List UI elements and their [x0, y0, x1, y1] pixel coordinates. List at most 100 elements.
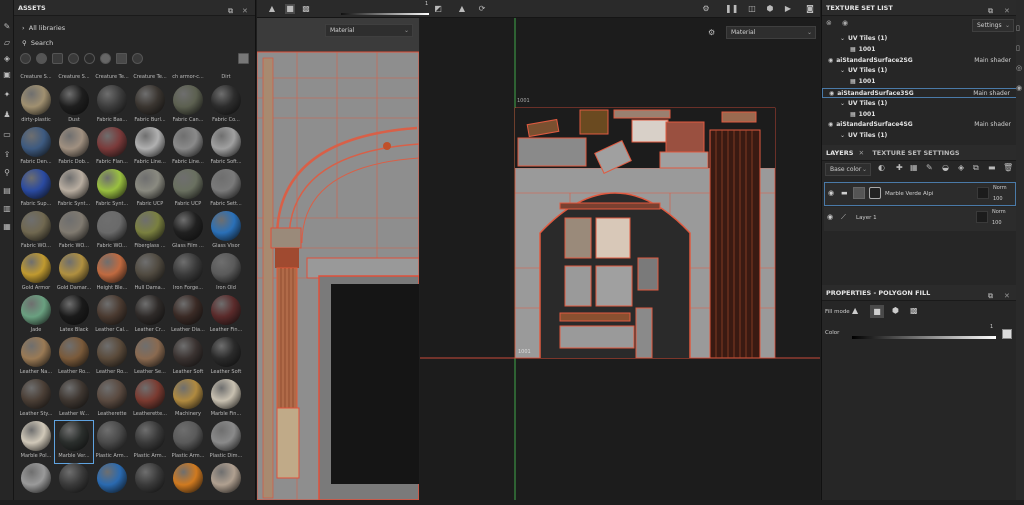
- fill-uv-icon[interactable]: ▩: [910, 306, 918, 315]
- color-slider[interactable]: [852, 336, 996, 339]
- panel-icon[interactable]: ◉: [1016, 84, 1022, 92]
- asset-item[interactable]: Fabric Bas...: [93, 85, 131, 127]
- texture-set-row[interactable]: ◉ aiStandardSurface2SG Main shader: [822, 56, 1017, 66]
- asset-item[interactable]: Leather Ro...: [55, 337, 93, 379]
- opacity-value[interactable]: 100: [993, 196, 1003, 202]
- asset-item[interactable]: Fabric Dob...: [55, 127, 93, 169]
- asset-item[interactable]: Fabric WO...: [93, 211, 131, 253]
- asset-item[interactable]: Gold Armor: [17, 253, 55, 295]
- screenshot-icon[interactable]: ◙: [805, 4, 815, 14]
- eraser-icon[interactable]: ▱: [2, 38, 12, 48]
- asset-item[interactable]: Leather Cr...: [131, 295, 169, 337]
- rotate-env-icon[interactable]: ⟳: [477, 4, 487, 14]
- asset-item[interactable]: Marble Fin...: [207, 379, 245, 421]
- asset-item[interactable]: Leather Sty...: [17, 379, 55, 421]
- asset-item[interactable]: Leather Cal...: [93, 295, 131, 337]
- asset-item[interactable]: Hull Dama...: [131, 253, 169, 295]
- split-view-icon[interactable]: ◫: [747, 4, 757, 14]
- layer-name[interactable]: Marble Verde Alpi: [885, 191, 933, 197]
- mask-icon[interactable]: ◐: [878, 163, 885, 172]
- asset-item[interactable]: [93, 463, 131, 505]
- exposure-slider[interactable]: [341, 13, 429, 15]
- asset-item[interactable]: [17, 463, 55, 505]
- panel-close-icon[interactable]: ✕: [242, 3, 248, 19]
- asset-item[interactable]: Fabric UCP: [131, 169, 169, 211]
- settings-dropdown[interactable]: Settings ⌄: [972, 19, 1014, 32]
- asset-item[interactable]: Fabric Synt...: [55, 169, 93, 211]
- checker-view-icon[interactable]: ▩: [301, 4, 311, 14]
- asset-item[interactable]: Fabric Synt...: [93, 169, 131, 211]
- asset-item[interactable]: [131, 463, 169, 505]
- panel-icon[interactable]: ◎: [1016, 64, 1022, 72]
- asset-item[interactable]: Plastic Arm...: [131, 421, 169, 463]
- render-settings-icon[interactable]: ⚙: [701, 4, 711, 14]
- panel-close-icon[interactable]: ✕: [1004, 3, 1010, 19]
- texture-set-row[interactable]: ▦ 1001: [822, 110, 1017, 120]
- asset-item[interactable]: Glass Visor: [207, 211, 245, 253]
- asset-item[interactable]: Plastic Dim...: [207, 421, 245, 463]
- camera-icon[interactable]: ▶: [783, 4, 793, 14]
- panel-detach-icon[interactable]: ⧉: [988, 3, 993, 19]
- paint-brush-icon[interactable]: ✎: [2, 22, 12, 32]
- asset-item[interactable]: Fabric Sett...: [207, 169, 245, 211]
- layer-name[interactable]: Layer 1: [856, 215, 877, 221]
- asset-item[interactable]: Leatherette...: [131, 379, 169, 421]
- texture-set-row[interactable]: ▦ 1001: [822, 77, 1017, 87]
- asset-item[interactable]: Fabric WO...: [17, 211, 55, 253]
- channel-dropdown[interactable]: Base color ⌄: [825, 163, 871, 176]
- visibility-eye-icon[interactable]: ◉: [828, 189, 834, 197]
- asset-item[interactable]: Iron Forge...: [169, 253, 207, 295]
- texture-set-row[interactable]: ⌄ UV Tiles (1): [822, 131, 1017, 141]
- asset-item[interactable]: Height Ble...: [93, 253, 131, 295]
- asset-item[interactable]: Leatherette: [93, 379, 131, 421]
- solid-view-icon[interactable]: ■: [285, 4, 295, 14]
- delete-icon[interactable]: 🗑: [1003, 163, 1013, 172]
- fill-layer-icon[interactable]: ▦: [910, 163, 918, 172]
- view-mode-icon[interactable]: ▲: [267, 4, 277, 14]
- duplicate-icon[interactable]: ⧉: [973, 163, 979, 173]
- panel-icon[interactable]: ▯: [1016, 24, 1020, 32]
- panel-close-icon[interactable]: ✕: [1004, 288, 1010, 304]
- asset-item[interactable]: Iron Old: [207, 253, 245, 295]
- color-picker-icon[interactable]: ⚲: [2, 168, 12, 178]
- layer-mask-slot[interactable]: [976, 211, 988, 223]
- instance-icon[interactable]: ◈: [958, 163, 964, 172]
- texture-set-row[interactable]: ⌄ UV Tiles (1): [822, 99, 1017, 109]
- asset-item[interactable]: Fabric Den...: [17, 127, 55, 169]
- tab-layers[interactable]: LAYERS: [826, 149, 853, 157]
- asset-item[interactable]: Fabric Flan...: [93, 127, 131, 169]
- opacity-value[interactable]: 100: [992, 220, 1002, 226]
- asset-item[interactable]: Fabric Line...: [169, 127, 207, 169]
- asset-item[interactable]: [55, 463, 93, 505]
- asset-item[interactable]: Marble Ver...: [54, 420, 94, 464]
- asset-item[interactable]: Fabric Sup...: [17, 169, 55, 211]
- asset-item[interactable]: Latex Black: [55, 295, 93, 337]
- layer-mask-slot[interactable]: [977, 187, 989, 199]
- projection-icon[interactable]: ◈: [2, 54, 12, 64]
- asset-item[interactable]: Leather Ro...: [93, 337, 131, 379]
- asset-item[interactable]: Gold Damar...: [55, 253, 93, 295]
- geometry-mask-icon[interactable]: ▣: [2, 70, 12, 80]
- blend-mode[interactable]: Norm: [993, 185, 1007, 191]
- paint-layer-icon[interactable]: ✎: [926, 163, 933, 172]
- asset-item[interactable]: Dust: [55, 85, 93, 127]
- asset-item[interactable]: Plastic Arm...: [169, 421, 207, 463]
- eye-icon[interactable]: ◉: [842, 19, 848, 27]
- folder-icon[interactable]: ▬: [988, 163, 996, 172]
- close-tab-icon[interactable]: ✕: [859, 149, 864, 157]
- asset-item[interactable]: Leather Soft: [207, 337, 245, 379]
- fill-mesh-icon[interactable]: ■: [870, 305, 884, 318]
- libraries-row[interactable]: › All libraries: [22, 24, 65, 32]
- pause-icon[interactable]: ❚❚: [725, 4, 738, 14]
- asset-item[interactable]: Jade: [17, 295, 55, 337]
- material-dropdown-left[interactable]: Material ⌄: [325, 24, 413, 37]
- blend-mode[interactable]: Norm: [992, 209, 1006, 215]
- smudge-icon[interactable]: ✦: [2, 90, 12, 100]
- asset-item[interactable]: Glass Film ...: [169, 211, 207, 253]
- layer-row-paint[interactable]: ◉ ⟋ Layer 1 Norm 100: [824, 207, 1016, 231]
- asset-item[interactable]: Leather Se...: [131, 337, 169, 379]
- asset-item[interactable]: Leather Dia...: [169, 295, 207, 337]
- asset-item[interactable]: [169, 463, 207, 505]
- search-input[interactable]: Search: [31, 39, 53, 47]
- viewport-2d[interactable]: 1001 1001 ⚙ Material ⌄: [420, 18, 820, 500]
